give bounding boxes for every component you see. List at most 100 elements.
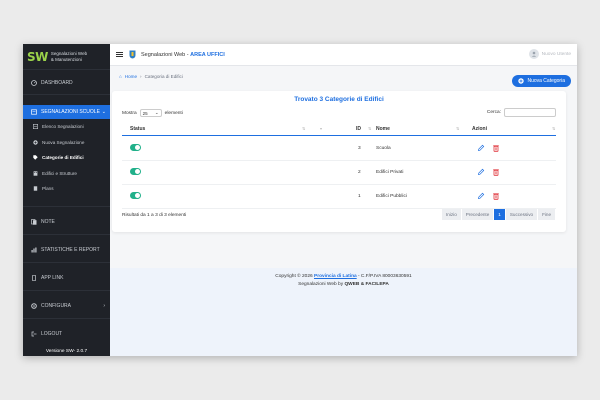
sidebar-item-label: STATISTICHE E REPORT — [41, 247, 100, 253]
new-category-label: Nuova Categoria — [527, 78, 565, 84]
topbar: Segnalazioni Web - AREA UFFICI Nuovo Ute… — [110, 44, 577, 66]
sidebar-subitem-elenco[interactable]: Elenco Segnalazioni — [23, 124, 110, 129]
sidebar-item-note[interactable]: NOTE — [23, 216, 110, 228]
version-label: Versione SW- 2.0.7 — [45, 349, 88, 354]
sidebar-item-statistiche[interactable]: STATISTICHE E REPORT — [23, 244, 110, 256]
divider — [23, 318, 110, 319]
chevron-down-icon: ⌄ — [101, 109, 106, 115]
cell-id: 1 — [358, 194, 361, 199]
status-toggle[interactable] — [130, 144, 141, 151]
sidebar-item-configura[interactable]: CONFIGURA › — [23, 300, 110, 312]
categories-card: Trovato 3 Categorie di Edifici Mostra 25… — [112, 91, 566, 232]
cell-id: 2 — [358, 170, 361, 175]
sort-icon[interactable]: ⇅ — [368, 126, 371, 131]
sidebar-item-segnalazioni[interactable]: SEGNALAZIONI SCUOLE ⌄ — [23, 105, 110, 119]
show-label: Mostra — [122, 110, 137, 116]
edit-icon[interactable] — [477, 192, 485, 200]
brand-line1: Segnalazioni Web — [50, 51, 88, 56]
pager-prev[interactable]: Precedente — [461, 209, 495, 220]
divider — [23, 262, 110, 263]
breadcrumb-current: Categoria di Edifici — [144, 74, 183, 79]
status-toggle[interactable] — [130, 192, 141, 199]
sidebar-subitem-label: Elenco Segnalazioni — [42, 124, 84, 129]
edit-icon[interactable] — [477, 168, 485, 176]
building-icon — [33, 171, 38, 176]
list-icon — [33, 124, 38, 129]
trash-icon[interactable] — [492, 144, 500, 152]
tag-icon — [33, 155, 38, 160]
sidebar-item-dashboard[interactable]: DASHBOARD — [23, 77, 110, 89]
provincia-link[interactable]: Provincia di Latina — [314, 274, 357, 279]
divider — [23, 206, 110, 207]
hamburger-menu-icon[interactable] — [116, 51, 123, 58]
filter-icon[interactable]: ▾ — [320, 126, 322, 131]
sort-icon[interactable]: ⇅ — [552, 126, 555, 131]
sort-icon[interactable]: ⇅ — [302, 126, 305, 131]
divider — [23, 234, 110, 235]
sidebar-item-label: APP LINK — [41, 275, 64, 281]
search: Cerca: — [487, 108, 556, 117]
table-header: Status ⇅ ▾ ID ⇅ Nome ⇅ Azioni ⇅ — [122, 124, 556, 136]
divider — [23, 94, 110, 95]
chevron-right-icon: › — [140, 74, 142, 79]
sidebar-subitem-label: Edifici e Strutture — [42, 171, 77, 176]
dashboard-icon — [31, 80, 37, 86]
sort-icon[interactable]: ⇅ — [456, 126, 459, 131]
breadcrumb-home[interactable]: Home — [125, 74, 137, 79]
edit-icon[interactable] — [477, 144, 485, 152]
search-input[interactable] — [504, 108, 556, 117]
document-icon — [33, 186, 38, 191]
breadcrumb: ⌂ Home › Categoria di Edifici — [119, 74, 183, 79]
sidebar-subitem-label: Categorie di Edifici — [42, 155, 84, 160]
logout-icon — [31, 331, 37, 337]
sidebar-item-label: NOTE — [41, 219, 55, 225]
trash-icon[interactable] — [492, 192, 500, 200]
sidebar-item-label: LOGOUT — [41, 331, 63, 337]
page-length: Mostra 25 ⌄ elementi — [122, 109, 183, 117]
credits: Segnalazioni Web by QWEB & FACILEPA — [298, 282, 389, 287]
user-menu[interactable]: Nuovo Utente — [528, 49, 571, 59]
crest-icon — [129, 50, 136, 59]
table-row: 3 Scuola — [122, 137, 556, 161]
table-row: 2 Edifici Privati — [122, 161, 556, 185]
search-label: Cerca: — [486, 110, 501, 115]
status-toggle[interactable] — [130, 168, 141, 175]
column-azioni: Azioni — [472, 126, 487, 132]
pager-last[interactable]: Fine — [538, 209, 556, 220]
column-nome[interactable]: Nome — [376, 126, 390, 132]
new-category-button[interactable]: Nuova Categoria — [512, 75, 571, 87]
user-name: Nuovo Utente — [541, 51, 571, 57]
home-icon[interactable]: ⌂ — [119, 74, 122, 79]
copyright: Copyright © 2026 Provincia di Latina - C… — [275, 274, 412, 279]
page-length-select[interactable]: 25 ⌄ — [139, 109, 162, 117]
brand[interactable]: SW Segnalazioni Web & Manutenzioni — [23, 44, 110, 70]
sidebar-item-label: SEGNALAZIONI SCUOLE — [41, 109, 100, 115]
bar-chart-icon — [31, 247, 37, 253]
column-status[interactable]: Status — [130, 126, 145, 132]
column-id[interactable]: ID — [356, 126, 361, 132]
sidebar-subitem-label: Nuova Segnalazione — [42, 140, 85, 145]
table-row: 1 Edifici Pubblici — [122, 185, 556, 209]
gear-icon — [31, 303, 37, 309]
sidebar-item-app-link[interactable]: APP LINK — [23, 272, 110, 284]
chevron-down-icon: ⌄ — [154, 110, 159, 115]
pager-first[interactable]: Inizio — [442, 209, 462, 220]
pager-current[interactable]: 1 — [494, 209, 506, 220]
avatar — [528, 49, 539, 59]
app-title: Segnalazioni Web - AREA UFFICI — [141, 51, 225, 58]
sidebar-subitem-nuova[interactable]: Nuova Segnalazione — [23, 140, 110, 145]
smartphone-icon — [31, 275, 37, 281]
user-icon — [531, 51, 536, 57]
sidebar-subitem-categorie[interactable]: Categorie di Edifici — [23, 155, 110, 160]
sidebar-subitem-plans[interactable]: Plans — [23, 186, 110, 191]
sidebar-subitem-edifici[interactable]: Edifici e Strutture — [23, 171, 110, 176]
card-title: Trovato 3 Categorie di Edifici — [294, 96, 384, 103]
brand-line2: & Manutenzioni — [50, 56, 82, 62]
pager-next[interactable]: Successivo — [505, 209, 539, 220]
trash-icon[interactable] — [492, 168, 500, 176]
sidebar-item-logout[interactable]: LOGOUT — [23, 328, 110, 340]
divider — [23, 290, 110, 291]
page-length-value: 25 — [142, 110, 148, 116]
sidebar-subitem-label: Plans — [42, 186, 54, 191]
cell-nome: Edifici Privati — [376, 170, 404, 175]
